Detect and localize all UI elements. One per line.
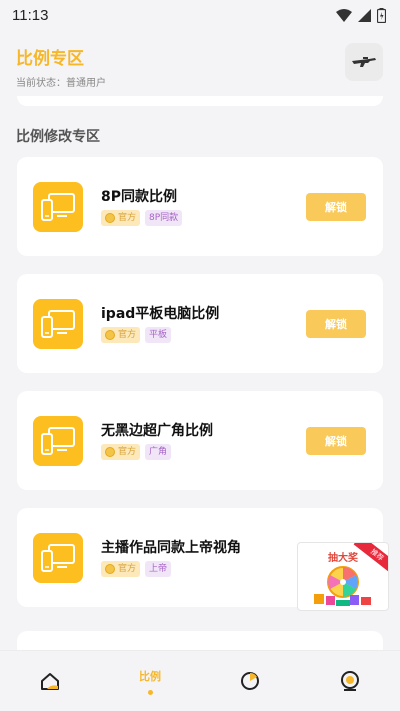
page-header: 比例专区 当前状态：普通用户 <box>0 30 400 98</box>
status-icons <box>336 7 386 23</box>
ratio-card[interactable] <box>17 631 383 651</box>
official-tag: 官方 <box>101 561 141 577</box>
card-title: ipad平板电脑比例 <box>101 306 220 322</box>
official-tag-label: 官方 <box>118 447 137 457</box>
official-tag-label: 官方 <box>118 330 137 340</box>
status-bar: 11:13 <box>0 0 400 30</box>
avatar-button[interactable] <box>345 43 383 81</box>
screen-icon <box>33 416 83 466</box>
signal-icon <box>358 8 371 22</box>
page-title: 比例专区 <box>16 49 84 69</box>
coin-icon <box>105 330 115 340</box>
card-tags: 官方 8P同款 <box>101 210 183 226</box>
nav-ratio-label: 比例 <box>139 669 161 683</box>
home-icon <box>41 673 59 690</box>
card-title: 主播作品同款上帝视角 <box>101 540 241 556</box>
unlock-button[interactable]: 解锁 <box>306 427 366 455</box>
card-tags: 官方 平板 <box>101 327 172 343</box>
card-tags: 官方 广角 <box>101 444 172 460</box>
profile-icon <box>341 671 359 691</box>
wifi-icon <box>336 8 352 22</box>
section-title: 比例修改专区 <box>16 129 100 145</box>
bottom-nav: 比例 <box>0 650 400 711</box>
prize-wheel-icon <box>314 566 371 606</box>
unlock-button[interactable]: 解锁 <box>306 310 366 338</box>
nav-ratio[interactable]: 比例 <box>100 651 200 711</box>
official-tag: 官方 <box>101 327 141 343</box>
ratio-card[interactable]: ipad平板电脑比例 官方 平板 解锁 <box>17 274 383 373</box>
user-status: 当前状态：普通用户 <box>16 78 106 89</box>
screen-icon <box>33 533 83 583</box>
card-tags: 官方 上帝 <box>101 561 172 577</box>
official-tag-label: 官方 <box>118 564 137 574</box>
nav-profile[interactable] <box>300 651 400 711</box>
top-card <box>17 96 383 106</box>
official-tag-label: 官方 <box>118 213 137 223</box>
ratio-card[interactable]: 无黑边超广角比例 官方 广角 解锁 <box>17 391 383 490</box>
category-tag: 上帝 <box>145 561 172 577</box>
unlock-button[interactable]: 解锁 <box>306 193 366 221</box>
active-indicator <box>147 689 153 695</box>
battery-icon <box>377 7 386 23</box>
pie-chart-icon <box>241 672 259 690</box>
coin-icon <box>105 213 115 223</box>
card-title: 无黑边超广角比例 <box>101 423 213 439</box>
lottery-promo[interactable]: 抽大奖 推荐 <box>297 542 389 611</box>
screen-icon <box>33 182 83 232</box>
screen-icon <box>33 299 83 349</box>
ratio-card[interactable]: 8P同款比例 官方 8P同款 解锁 <box>17 157 383 256</box>
status-time: 11:13 <box>12 6 49 24</box>
category-tag: 平板 <box>145 327 172 343</box>
category-tag: 8P同款 <box>145 210 183 226</box>
official-tag: 官方 <box>101 444 141 460</box>
rifle-icon <box>352 57 376 67</box>
card-title: 8P同款比例 <box>101 189 178 205</box>
official-tag: 官方 <box>101 210 141 226</box>
nav-home[interactable] <box>0 651 100 711</box>
coin-icon <box>105 564 115 574</box>
category-tag: 广角 <box>145 444 172 460</box>
nav-stats[interactable] <box>200 651 300 711</box>
coin-icon <box>105 447 115 457</box>
